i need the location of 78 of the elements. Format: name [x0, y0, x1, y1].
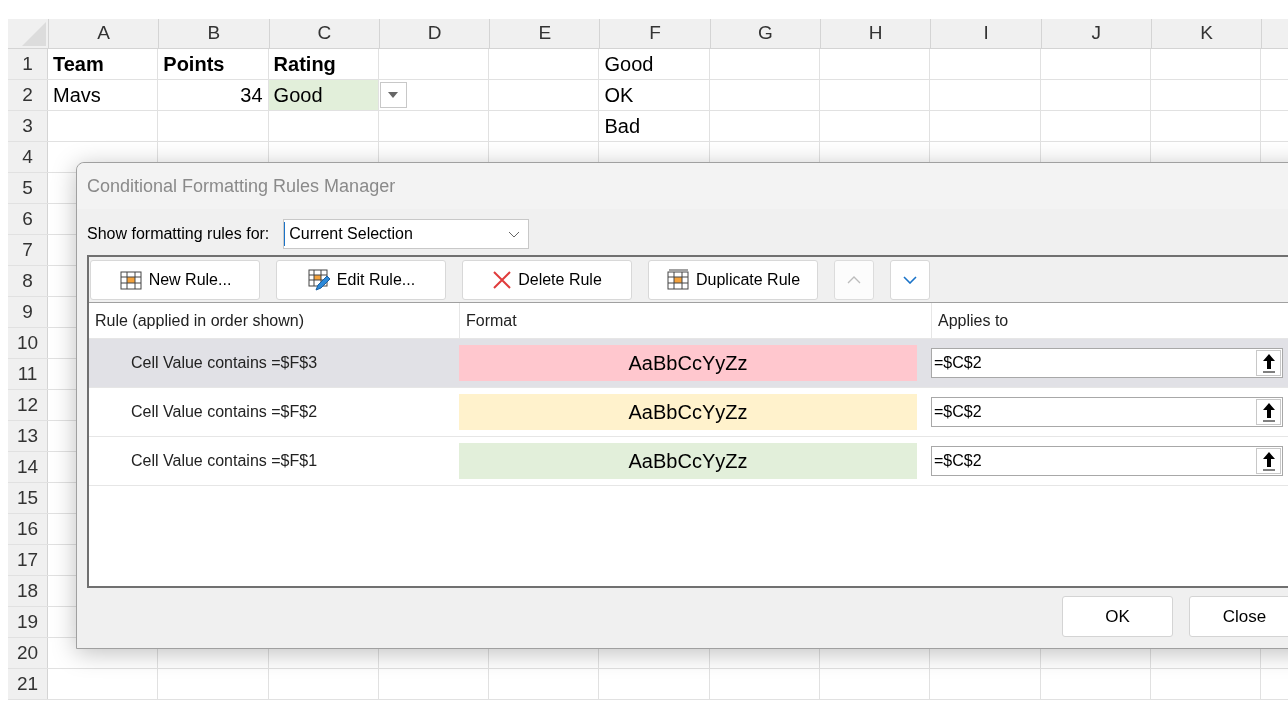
row-header[interactable]: 17	[8, 545, 48, 575]
row-header[interactable]: 9	[8, 297, 48, 327]
row-header[interactable]: 5	[8, 173, 48, 203]
cell-text: 34	[239, 83, 264, 108]
rule-description: Cell Value contains =$F$2	[130, 402, 319, 422]
collapse-button[interactable]	[1256, 399, 1281, 425]
row-header[interactable]: 15	[8, 483, 48, 513]
column-header[interactable]: A	[48, 19, 159, 48]
column-header[interactable]: C	[268, 19, 379, 48]
row-header[interactable]: 2	[8, 80, 48, 110]
rule-description: Cell Value contains =$F$1	[130, 451, 319, 471]
up-arrow-icon	[1260, 353, 1277, 373]
dropdown-button[interactable]	[379, 82, 407, 108]
row-header[interactable]: 16	[8, 514, 48, 544]
cell: Good	[268, 80, 378, 110]
row-header[interactable]: 11	[8, 359, 48, 389]
row-header[interactable]: 6	[8, 204, 48, 234]
table-pencil-icon	[306, 267, 331, 292]
cell-text: Points	[162, 52, 226, 77]
row-header[interactable]: 14	[8, 452, 48, 482]
applies-to-field[interactable]: =$C$2	[931, 446, 1283, 476]
dialog-button[interactable]: Close	[1189, 596, 1288, 637]
format-preview: AaBbCcYyZz	[459, 394, 917, 430]
cell-text: Mavs	[52, 83, 102, 108]
row-header[interactable]: 1	[8, 49, 48, 79]
column-header[interactable]: Format	[459, 303, 931, 338]
chevron-down-icon	[508, 230, 521, 238]
column-header[interactable]: J	[1040, 19, 1151, 48]
column-header[interactable]: K	[1150, 19, 1262, 48]
up-arrow-icon	[1260, 451, 1277, 471]
column-header[interactable]: Applies to	[931, 303, 1288, 338]
column-header[interactable]: E	[489, 19, 600, 48]
column-header[interactable]: D	[378, 19, 490, 48]
new-rule-button[interactable]: New Rule...	[90, 259, 260, 300]
cell-text: Good	[603, 52, 655, 77]
row-header[interactable]: 12	[8, 390, 48, 420]
duplicate-table-icon	[665, 268, 690, 291]
edit-rule-button[interactable]: Edit Rule...	[276, 259, 446, 300]
cell-text: Rating	[272, 52, 337, 77]
rule-row[interactable]: Cell Value contains =$F$3 AaBbCcYyZz =$C$2	[89, 339, 1288, 388]
row-header[interactable]: 3	[8, 111, 48, 141]
row-header[interactable]: 19	[8, 607, 48, 637]
window-title: Conditional Formatting Rules Manager	[87, 174, 396, 198]
row-header[interactable]: 13	[8, 421, 48, 451]
row-header[interactable]: 18	[8, 576, 48, 606]
format-preview: AaBbCcYyZz	[459, 443, 917, 479]
caret-icon	[388, 92, 399, 98]
row-header[interactable]: 7	[8, 235, 48, 265]
cell-text: OK	[603, 83, 635, 108]
column-header[interactable]: F	[599, 19, 710, 48]
column-header[interactable]: Rule (applied in order shown)	[89, 303, 459, 338]
delete-rule-button[interactable]: Delete Rule	[462, 259, 632, 300]
row-header[interactable]: 4	[8, 142, 48, 172]
row-header[interactable]: 10	[8, 328, 48, 358]
format-preview: AaBbCcYyZz	[459, 345, 917, 381]
collapse-button[interactable]	[1256, 448, 1281, 474]
row-header[interactable]: 20	[8, 638, 48, 668]
rule-description: Cell Value contains =$F$3	[130, 353, 319, 373]
column-header[interactable]: B	[158, 19, 269, 48]
dialog-button[interactable]: OK	[1062, 596, 1173, 637]
up-arrow-icon	[1260, 402, 1277, 422]
applies-to-field[interactable]: =$C$2	[931, 348, 1283, 378]
close-icon	[492, 269, 513, 290]
scope-dropdown[interactable]: Current Selection	[283, 219, 530, 249]
column-header[interactable]: H	[820, 19, 931, 48]
collapse-button[interactable]	[1256, 350, 1281, 376]
column-header[interactable]: G	[709, 19, 821, 48]
chevron-down-icon	[903, 275, 917, 284]
applies-to-field[interactable]: =$C$2	[931, 397, 1283, 427]
chevron-up-icon	[847, 275, 861, 284]
duplicate-rule-button[interactable]: Duplicate Rule	[648, 259, 818, 300]
column-header[interactable]: I	[930, 19, 1041, 48]
row-header[interactable]: 21	[8, 669, 48, 699]
table-icon	[118, 268, 143, 291]
cell-text: Bad	[603, 114, 642, 139]
field-label: Show formatting rules for:	[87, 224, 270, 244]
cell-text: Team	[52, 52, 105, 77]
row-header[interactable]: 8	[8, 266, 48, 296]
